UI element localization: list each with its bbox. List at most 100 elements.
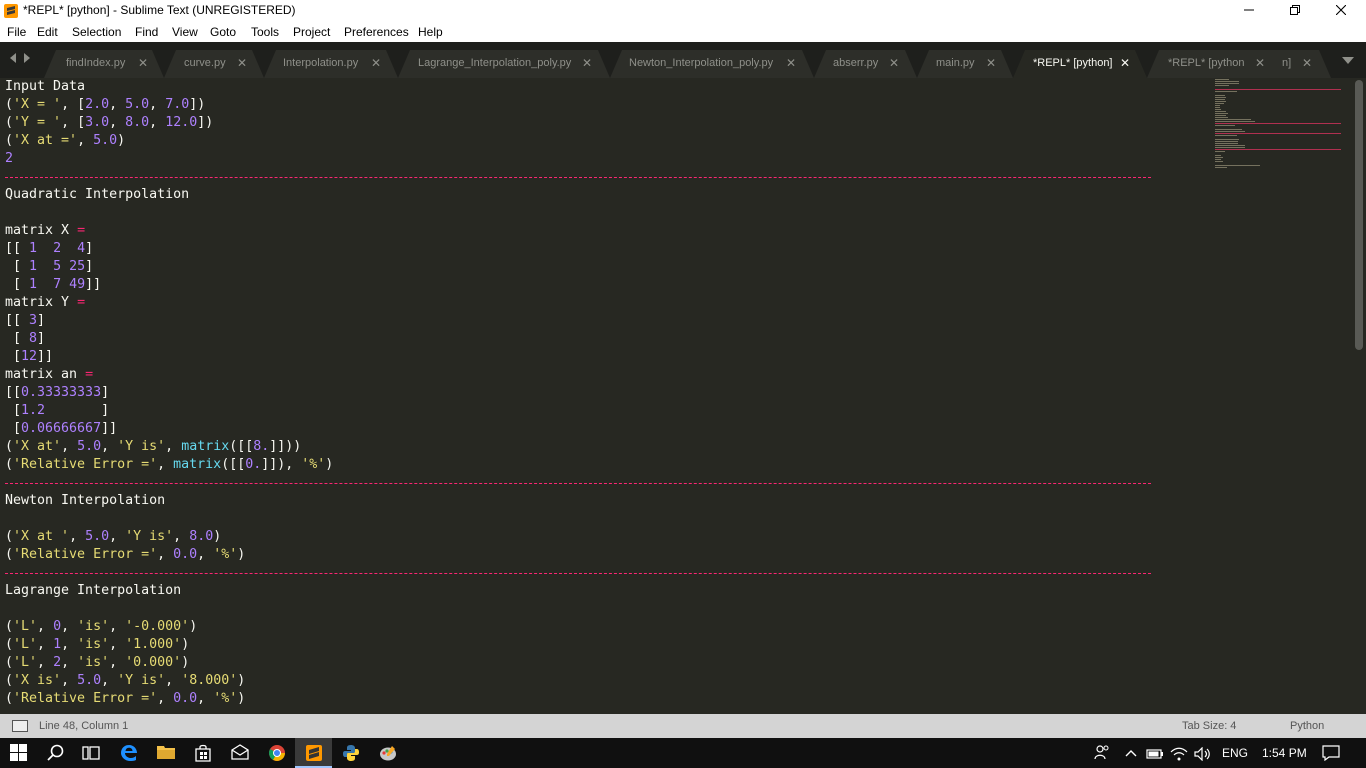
panel-toggle-icon[interactable] [12,720,28,732]
volume-icon[interactable] [1192,738,1214,768]
tab-scroll-right-icon[interactable] [24,53,30,63]
tab-scroll-left-icon[interactable] [10,53,16,63]
tab-list-dropdown-icon[interactable] [1342,57,1354,64]
tab-label: abserr.py [833,57,879,69]
edge-browser-icon[interactable] [110,738,147,768]
start-button[interactable] [0,738,37,768]
output-line: ('X at', 5.0, 'Y is', matrix([[8.]])) [5,439,302,454]
tab-close-icon[interactable]: ✕ [237,56,247,70]
windows-taskbar: ENG 1:54 PM [0,738,1366,768]
minimize-button[interactable] [1226,0,1272,22]
clock[interactable]: 1:54 PM [1262,746,1307,760]
output-line: Lagrange Interpolation [5,583,182,598]
menu-tools[interactable]: Tools [251,25,279,39]
section-separator [5,573,1151,574]
mail-icon[interactable] [221,738,258,768]
tab-abserr[interactable]: abserr.py ✕ [814,50,917,78]
output-line: matrix X = [5,223,86,238]
close-button[interactable] [1318,0,1364,22]
notifications-icon[interactable] [1316,738,1346,768]
status-bar: Line 48, Column 1 Tab Size: 4 Python [0,714,1366,738]
menu-bar: File Edit Selection Find View Goto Tools… [0,22,1366,42]
tab-repl-python-active[interactable]: *REPL* [python] ✕ [1013,50,1147,78]
tab-label: curve.py [184,57,226,69]
task-view-icon[interactable] [72,738,109,768]
output-line: Input Data [5,79,86,94]
sublime-text-taskbar-icon[interactable] [295,738,332,768]
tab-close-icon[interactable]: ✕ [138,56,148,70]
output-line: [[0.33333333] [5,385,110,400]
syntax-indicator[interactable]: Python [1290,720,1324,732]
tab-close-icon[interactable]: ✕ [986,56,996,70]
input-language[interactable]: ENG [1222,746,1248,760]
tab-main[interactable]: main.py ✕ [917,50,1013,78]
scrollbar-thumb[interactable] [1355,80,1363,350]
output-line: [0.06666667]] [5,421,118,436]
menu-project[interactable]: Project [293,25,330,39]
chrome-icon[interactable] [258,738,295,768]
cursor-position: Line 48, Column 1 [39,720,129,732]
tab-close-icon[interactable]: ✕ [889,56,899,70]
tab-interpolation[interactable]: Interpolation.py ✕ [264,50,398,78]
tab-close-icon[interactable]: ✕ [1120,56,1130,70]
output-line: [ 1 7 49]] [5,277,102,292]
tab-close-icon[interactable]: ✕ [582,56,592,70]
tab-close-icon[interactable]: ✕ [371,56,381,70]
output-line: [[ 1 2 4] [5,241,94,256]
output-line: ('L', 2, 'is', '0.000') [5,655,190,670]
output-line: Newton Interpolation [5,493,166,508]
output-line: ('Relative Error =', matrix([[0.]]), '%'… [5,457,334,472]
menu-selection[interactable]: Selection [72,25,121,39]
repl-output-editor[interactable]: Input Data ('X = ', [2.0, 5.0, 7.0]) ('Y =… [0,78,1352,714]
sublime-text-icon [4,4,18,18]
restore-button[interactable] [1272,0,1318,22]
tab-size-indicator[interactable]: Tab Size: 4 [1182,720,1236,732]
output-line: [[ 3] [5,313,46,328]
wifi-icon[interactable] [1168,738,1190,768]
menu-help[interactable]: Help [418,25,443,39]
menu-view[interactable]: View [172,25,198,39]
file-explorer-icon[interactable] [147,738,184,768]
paint-icon[interactable] [369,738,406,768]
tab-bar: findIndex.py ✕ curve.py ✕ Interpolation.… [0,42,1366,78]
menu-find[interactable]: Find [135,25,158,39]
tab-repl-python[interactable]: *REPL* [python ✕ n] ✕ [1147,50,1331,78]
output-line: ('Y = ', [3.0, 8.0, 12.0]) [5,115,214,130]
tab-curve[interactable]: curve.py ✕ [164,50,264,78]
output-line: [ 1 5 25] [5,259,94,274]
store-icon[interactable] [184,738,221,768]
python-icon[interactable] [332,738,369,768]
tab-label: *REPL* [python] [1033,57,1113,69]
people-icon[interactable] [1090,738,1114,768]
tab-close-icon[interactable]: ✕ [786,56,796,70]
tab-label: Newton_Interpolation_poly.py [629,57,774,69]
tab-lagrange-poly[interactable]: Lagrange_Interpolation_poly.py ✕ [398,50,610,78]
output-line: [1.2 ] [5,403,110,418]
window-title: *REPL* [python] - Sublime Text (UNREGIST… [23,3,296,17]
tab-label: *REPL* [python [1168,57,1245,69]
output-line: ('L', 1, 'is', '1.000') [5,637,190,652]
vertical-scrollbar[interactable] [1352,78,1366,714]
output-line: Quadratic Interpolation [5,187,190,202]
menu-goto[interactable]: Goto [210,25,236,39]
tab-label: findIndex.py [66,57,126,69]
title-bar: *REPL* [python] - Sublime Text (UNREGIST… [0,0,1366,22]
tab-label: main.py [936,57,975,69]
menu-preferences[interactable]: Preferences [344,25,409,39]
output-line: ('L', 0, 'is', '-0.000') [5,619,198,634]
tab-close-icon[interactable]: ✕ [1302,56,1312,70]
search-icon[interactable] [37,738,74,768]
menu-file[interactable]: File [7,25,26,39]
battery-icon[interactable] [1144,738,1166,768]
section-separator [5,177,1151,178]
tab-newton-poly[interactable]: Newton_Interpolation_poly.py ✕ [610,50,814,78]
tab-close-icon[interactable]: ✕ [1255,56,1265,70]
output-line: matrix Y = [5,295,86,310]
tab-findindex[interactable]: findIndex.py ✕ [44,50,164,78]
output-line: ('X at =', 5.0) [5,133,126,148]
chevron-up-icon[interactable] [1120,738,1142,768]
minimap[interactable] [1210,78,1344,178]
tab-label-overflow: n] [1282,57,1292,69]
output-line: 2 [5,151,14,166]
menu-edit[interactable]: Edit [37,25,58,39]
